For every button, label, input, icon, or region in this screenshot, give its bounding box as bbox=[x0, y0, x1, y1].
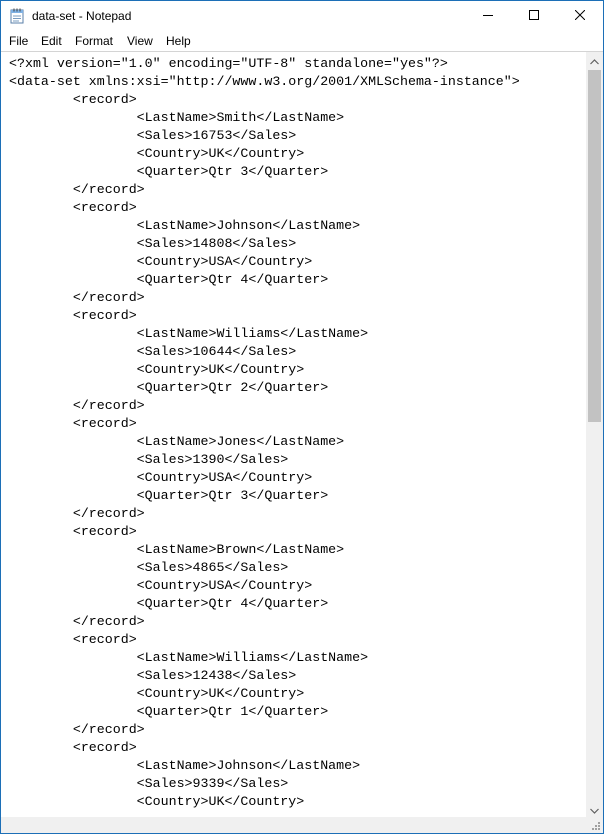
text-line: <Country>USA</Country> bbox=[9, 254, 313, 269]
text-line: <record> bbox=[9, 740, 137, 755]
text-line: </record> bbox=[9, 722, 145, 737]
bottom-scroll-strip bbox=[1, 817, 603, 833]
text-line: </record> bbox=[9, 290, 145, 305]
maximize-icon bbox=[529, 7, 539, 25]
text-line: </record> bbox=[9, 182, 145, 197]
text-line: <Sales>10644</Sales> bbox=[9, 344, 297, 359]
text-line: <record> bbox=[9, 416, 137, 431]
text-edit-area[interactable]: <?xml version="1.0" encoding="UTF-8" sta… bbox=[1, 52, 586, 818]
text-line: <record> bbox=[9, 200, 137, 215]
text-line: <Sales>14808</Sales> bbox=[9, 236, 297, 251]
text-line: <Quarter>Qtr 2</Quarter> bbox=[9, 380, 329, 395]
text-line: <Quarter>Qtr 1</Quarter> bbox=[9, 704, 329, 719]
text-line: <data-set xmlns:xsi="http://www.w3.org/2… bbox=[9, 74, 520, 89]
text-line: <Quarter>Qtr 3</Quarter> bbox=[9, 488, 329, 503]
chevron-up-icon bbox=[590, 52, 599, 70]
text-line: <LastName>Brown</LastName> bbox=[9, 542, 345, 557]
text-line: <LastName>Williams</LastName> bbox=[9, 326, 369, 341]
text-line: <LastName>Williams</LastName> bbox=[9, 650, 369, 665]
menu-help[interactable]: Help bbox=[166, 34, 191, 48]
text-line: <Country>UK</Country> bbox=[9, 362, 305, 377]
vertical-scrollbar[interactable] bbox=[586, 52, 603, 818]
window-title: data-set - Notepad bbox=[32, 9, 132, 23]
text-line: <Quarter>Qtr 3</Quarter> bbox=[9, 164, 329, 179]
text-line: <LastName>Johnson</LastName> bbox=[9, 218, 361, 233]
text-line: <Sales>9339</Sales> bbox=[9, 776, 289, 791]
text-line: <record> bbox=[9, 524, 137, 539]
maximize-button[interactable] bbox=[511, 1, 557, 31]
scroll-up-button[interactable] bbox=[586, 52, 603, 69]
text-line: </record> bbox=[9, 506, 145, 521]
text-line: <Sales>16753</Sales> bbox=[9, 128, 297, 143]
text-line: <?xml version="1.0" encoding="UTF-8" sta… bbox=[9, 56, 448, 71]
text-line: <Country>UK</Country> bbox=[9, 794, 305, 809]
minimize-icon bbox=[483, 7, 493, 25]
text-line: <LastName>Smith</LastName> bbox=[9, 110, 345, 125]
text-line: <Sales>12438</Sales> bbox=[9, 668, 297, 683]
text-line: <Country>USA</Country> bbox=[9, 470, 313, 485]
text-line: <Sales>1390</Sales> bbox=[9, 452, 289, 467]
text-line: <Country>USA</Country> bbox=[9, 578, 313, 593]
text-line: <record> bbox=[9, 308, 137, 323]
menu-view[interactable]: View bbox=[127, 34, 153, 48]
notepad-icon[interactable] bbox=[10, 8, 24, 24]
menu-edit[interactable]: Edit bbox=[41, 34, 62, 48]
text-line: <Country>UK</Country> bbox=[9, 146, 305, 161]
notepad-window: data-set - Notepad File Edit Format View… bbox=[0, 0, 604, 834]
scroll-thumb[interactable] bbox=[588, 70, 601, 422]
close-button[interactable] bbox=[557, 1, 603, 31]
text-line: <Quarter>Qtr 4</Quarter> bbox=[9, 272, 329, 287]
editor-area: <?xml version="1.0" encoding="UTF-8" sta… bbox=[1, 51, 603, 818]
close-icon bbox=[574, 7, 586, 25]
size-grip-icon[interactable] bbox=[586, 817, 603, 833]
title-bar[interactable]: data-set - Notepad bbox=[1, 1, 603, 31]
text-line: <Quarter>Qtr 4</Quarter> bbox=[9, 596, 329, 611]
minimize-button[interactable] bbox=[465, 1, 511, 31]
chevron-down-icon bbox=[590, 801, 599, 819]
text-line: <record> bbox=[9, 632, 137, 647]
menu-bar: File Edit Format View Help bbox=[1, 31, 603, 51]
text-line: </record> bbox=[9, 398, 145, 413]
menu-format[interactable]: Format bbox=[75, 34, 113, 48]
text-line: <Sales>4865</Sales> bbox=[9, 560, 289, 575]
text-line: </record> bbox=[9, 614, 145, 629]
text-line: <LastName>Johnson</LastName> bbox=[9, 758, 361, 773]
text-line: <Country>UK</Country> bbox=[9, 686, 305, 701]
text-line: <LastName>Jones</LastName> bbox=[9, 434, 345, 449]
menu-file[interactable]: File bbox=[9, 34, 28, 48]
scroll-down-button[interactable] bbox=[586, 801, 603, 818]
text-line: <record> bbox=[9, 92, 137, 107]
